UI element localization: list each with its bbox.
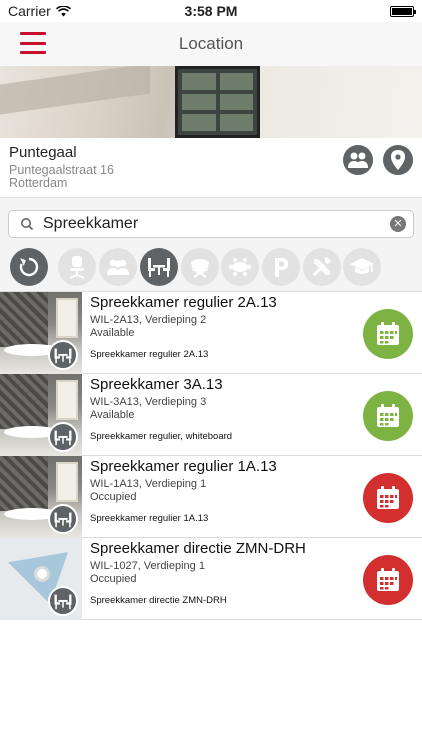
filter-workplace[interactable]	[58, 248, 96, 286]
search-input[interactable]	[39, 211, 390, 237]
wifi-icon	[55, 5, 71, 16]
book-button[interactable]	[363, 473, 413, 523]
filter-lounge[interactable]	[181, 248, 219, 286]
room-type-badge	[48, 504, 78, 534]
room-thumbnail	[0, 538, 82, 620]
filter-education[interactable]	[343, 248, 381, 286]
lounge-chair-icon	[191, 259, 209, 278]
location-photo	[0, 66, 422, 138]
battery-level	[392, 7, 412, 15]
map-pin-button[interactable]	[383, 145, 413, 175]
meeting-table-icon	[54, 594, 72, 609]
book-button[interactable]	[363, 309, 413, 359]
room-type-badge	[48, 586, 78, 616]
battery-icon	[390, 5, 416, 17]
filter-conference[interactable]	[221, 248, 259, 286]
meeting-table-icon	[148, 258, 170, 277]
meeting-table-icon	[54, 512, 72, 527]
room-code: WIL-1A13, Verdieping 1	[90, 478, 207, 490]
room-description: Spreekkamer directie ZMN-DRH	[90, 595, 227, 606]
room-description: Spreekkamer regulier, whiteboard	[90, 431, 233, 442]
calendar-icon	[377, 486, 399, 509]
calendar-icon	[377, 404, 399, 427]
room-thumbnail	[0, 456, 82, 538]
list-item[interactable]: Spreekkamer 3A.13 WIL-3A13, Verdieping 3…	[0, 374, 422, 456]
location-name: Puntegaal	[9, 144, 77, 161]
parking-icon	[275, 258, 288, 277]
room-code: WIL-2A13, Verdieping 2	[90, 314, 207, 326]
room-status: Available	[90, 327, 135, 339]
room-code: WIL-3A13, Verdieping 3	[90, 396, 207, 408]
room-thumbnail	[0, 374, 82, 456]
room-status: Available	[90, 409, 135, 421]
status-left: Carrier	[8, 3, 71, 19]
clear-icon[interactable]: ✕	[390, 216, 406, 232]
room-code: WIL-1027, Verdieping 1	[90, 560, 205, 572]
room-thumbnail	[0, 292, 82, 374]
list-item[interactable]: Spreekkamer regulier 1A.13 WIL-1A13, Ver…	[0, 456, 422, 538]
search-bar: ✕	[0, 198, 422, 248]
search-box: ✕	[8, 210, 414, 238]
location-city: Rotterdam	[9, 176, 68, 190]
room-description: Spreekkamer regulier 1A.13	[90, 513, 209, 524]
room-name: Spreekkamer regulier 1A.13	[90, 458, 277, 475]
room-list: Spreekkamer regulier 2A.13 WIL-2A13, Ver…	[0, 292, 422, 620]
location-info: Puntegaal Puntegaalstraat 16 Rotterdam	[0, 138, 422, 198]
photo-beam	[0, 66, 150, 115]
room-name: Spreekkamer regulier 2A.13	[90, 294, 277, 311]
hamburger-line	[20, 51, 46, 54]
room-status: Occupied	[90, 491, 137, 503]
tools-icon	[313, 257, 331, 276]
refresh-icon	[19, 257, 39, 277]
conference-table-icon	[228, 258, 252, 276]
room-type-badge	[48, 340, 78, 370]
room-name: Spreekkamer 3A.13	[90, 376, 223, 393]
calendar-icon	[377, 568, 399, 591]
room-description: Spreekkamer regulier 2A.13	[90, 349, 209, 360]
office-chair-icon	[69, 256, 85, 279]
people-button[interactable]	[343, 145, 373, 175]
search-icon	[21, 218, 34, 231]
book-button[interactable]	[363, 555, 413, 605]
map-pin-icon	[391, 150, 405, 170]
hamburger-line	[20, 41, 46, 45]
list-item[interactable]: Spreekkamer directie ZMN-DRH WIL-1027, V…	[0, 538, 422, 620]
filter-parking[interactable]	[262, 248, 300, 286]
book-button[interactable]	[363, 391, 413, 441]
menu-button[interactable]	[20, 32, 46, 54]
filter-meeting-room[interactable]	[140, 248, 178, 286]
page-title: Location	[178, 34, 244, 53]
filter-refresh[interactable]	[10, 248, 48, 286]
room-status: Occupied	[90, 573, 137, 585]
room-type-badge	[48, 422, 78, 452]
meeting-table-icon	[54, 348, 72, 363]
hamburger-line	[20, 32, 46, 35]
people-icon	[348, 152, 368, 168]
calendar-icon	[377, 322, 399, 345]
status-bar: Carrier 3:58 PM	[0, 0, 422, 22]
list-item[interactable]: Spreekkamer regulier 2A.13 WIL-2A13, Ver…	[0, 292, 422, 374]
carrier-label: Carrier	[8, 3, 51, 19]
room-name: Spreekkamer directie ZMN-DRH	[90, 540, 306, 557]
location-street: Puntegaalstraat 16	[9, 163, 114, 177]
photo-window	[175, 66, 260, 138]
meeting-table-icon	[54, 430, 72, 445]
graduation-cap-icon	[350, 258, 374, 274]
filter-people[interactable]	[99, 248, 137, 286]
nav-bar: Location	[0, 22, 422, 66]
filter-row	[0, 248, 422, 292]
filter-tools[interactable]	[303, 248, 341, 286]
people-icon	[107, 259, 129, 275]
